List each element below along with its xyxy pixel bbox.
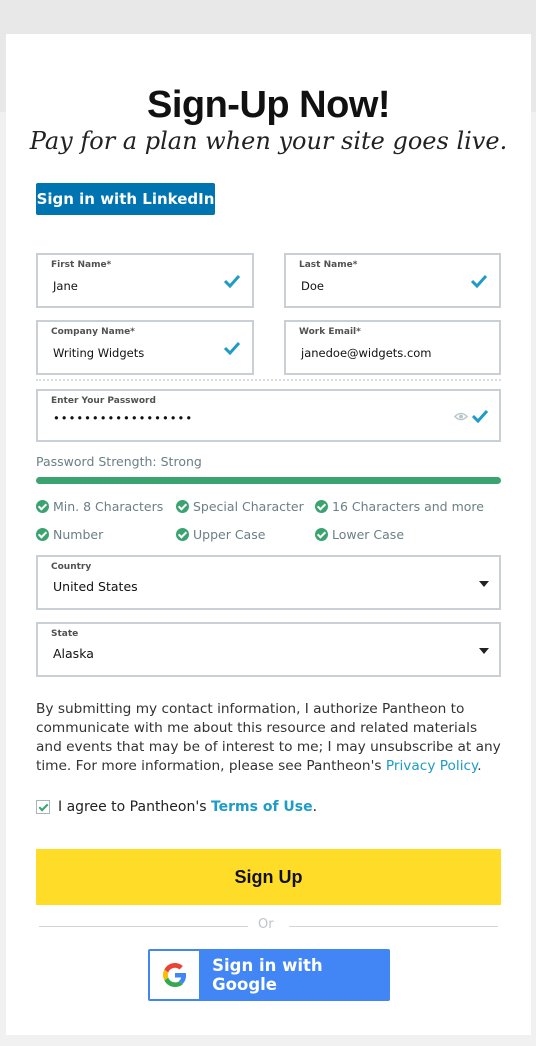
- first-name-field[interactable]: First Name* Jane: [36, 253, 254, 308]
- divider-right: [289, 926, 498, 927]
- rule-label: Min. 8 Characters: [53, 499, 164, 514]
- check-icon: [224, 274, 240, 288]
- check-icon: [471, 274, 487, 288]
- check-icon: [224, 341, 240, 355]
- check-circle-icon: [36, 500, 49, 513]
- last-name-field[interactable]: Last Name* Doe: [284, 253, 501, 308]
- company-name-label: Company Name*: [51, 327, 135, 337]
- password-strength-bar: [36, 477, 501, 484]
- rule-special: Special Character: [176, 499, 304, 514]
- check-circle-icon: [315, 528, 328, 541]
- rule-label: 16 Characters and more: [332, 499, 484, 514]
- chevron-down-icon[interactable]: [479, 581, 489, 587]
- eye-icon[interactable]: [454, 411, 468, 422]
- rule-label: Lower Case: [332, 527, 405, 542]
- linkedin-signin-button[interactable]: Sign in with LinkedIn: [36, 183, 215, 215]
- google-signin-button[interactable]: Sign in with Google: [148, 949, 390, 1001]
- page-subtitle: Pay for a plan when your site goes live.: [29, 127, 508, 155]
- rule-label: Upper Case: [193, 527, 266, 542]
- company-name-value: Writing Widgets: [53, 346, 145, 360]
- check-circle-icon: [36, 528, 49, 541]
- country-label: Country: [51, 562, 92, 572]
- rule-16-chars: 16 Characters and more: [315, 499, 484, 514]
- google-logo-icon: [150, 951, 200, 999]
- check-circle-icon: [176, 500, 189, 513]
- country-value: United States: [53, 579, 138, 594]
- consent-text: By submitting my contact information, I …: [36, 700, 506, 776]
- signup-card: Sign-Up Now! Pay for a plan when your si…: [6, 34, 531, 1035]
- divider-left: [39, 926, 248, 927]
- first-name-value: Jane: [53, 279, 78, 293]
- field-divider: [36, 379, 501, 385]
- chevron-down-icon[interactable]: [479, 648, 489, 654]
- terms-of-use-link[interactable]: Terms of Use: [211, 799, 313, 815]
- company-name-field[interactable]: Company Name* Writing Widgets: [36, 320, 254, 375]
- last-name-value: Doe: [301, 279, 324, 293]
- terms-checkbox[interactable]: [36, 800, 50, 814]
- rule-number: Number: [36, 527, 103, 542]
- page-title: Sign-Up Now!: [146, 84, 391, 126]
- state-value: Alaska: [53, 646, 94, 661]
- privacy-policy-link[interactable]: Privacy Policy: [386, 758, 477, 774]
- last-name-label: Last Name*: [299, 260, 358, 270]
- rule-label: Number: [53, 527, 104, 542]
- or-label: Or: [258, 917, 274, 932]
- consent-end: .: [477, 758, 482, 774]
- work-email-label: Work Email*: [299, 327, 361, 337]
- rule-lower-case: Lower Case: [315, 527, 404, 542]
- check-circle-icon: [176, 528, 189, 541]
- check-circle-icon: [315, 500, 328, 513]
- password-field[interactable]: Enter Your Password ••••••••••••••••••: [36, 389, 501, 442]
- password-label: Enter Your Password: [51, 396, 156, 406]
- agree-prefix: I agree to Pantheon's: [58, 799, 211, 815]
- country-select[interactable]: Country United States: [36, 555, 501, 610]
- state-label: State: [51, 629, 79, 639]
- rule-label: Special Character: [193, 499, 304, 514]
- work-email-value: janedoe@widgets.com: [301, 346, 432, 360]
- google-signin-label: Sign in with Google: [212, 956, 323, 994]
- check-icon: [472, 409, 488, 423]
- state-select[interactable]: State Alaska: [36, 622, 501, 677]
- password-value: ••••••••••••••••••: [53, 411, 194, 425]
- rule-upper-case: Upper Case: [176, 527, 265, 542]
- first-name-label: First Name*: [51, 260, 112, 270]
- work-email-field[interactable]: Work Email* janedoe@widgets.com: [284, 320, 501, 375]
- agree-suffix: .: [312, 799, 318, 815]
- password-strength-label: Password Strength: Strong: [36, 454, 202, 469]
- terms-agreement: I agree to Pantheon's Terms of Use.: [36, 799, 317, 815]
- rule-min-8: Min. 8 Characters: [36, 499, 163, 514]
- sign-up-button[interactable]: Sign Up: [36, 849, 501, 905]
